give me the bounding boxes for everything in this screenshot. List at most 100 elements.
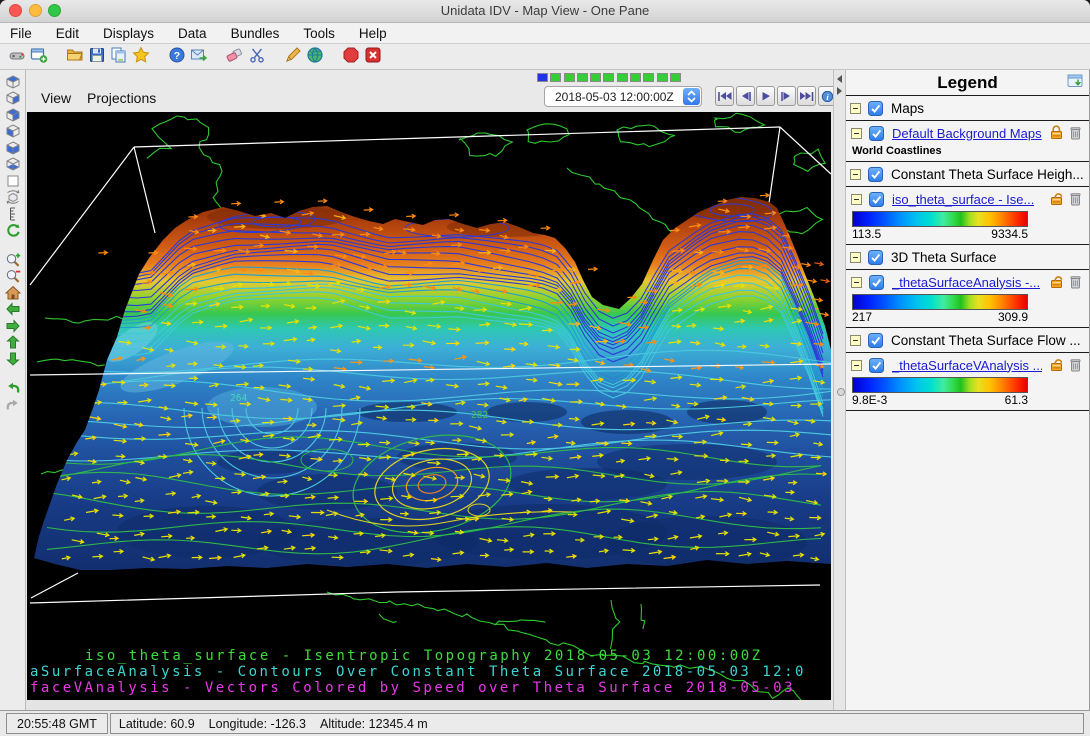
- time-step-5[interactable]: [603, 73, 614, 82]
- colorbar-min: 113.5: [852, 227, 881, 241]
- animation-timeline: [537, 73, 683, 82]
- collapse-right-icon[interactable]: [837, 87, 842, 95]
- colorbar-max: 9334.5: [991, 227, 1028, 241]
- cancel-loads-button[interactable]: [340, 47, 362, 67]
- display-control-link[interactable]: _thetaSurfaceAnalysis -...: [892, 275, 1040, 290]
- menu-bundles[interactable]: Bundles: [231, 26, 280, 41]
- collapse-icon[interactable]: [850, 335, 861, 346]
- save-bundle-button[interactable]: [86, 47, 108, 67]
- show-help-button[interactable]: ?: [166, 47, 188, 67]
- show-help-icon: ?: [168, 46, 186, 69]
- splitter-grip[interactable]: [837, 388, 845, 396]
- favorites-button[interactable]: [130, 47, 152, 67]
- time-step-0[interactable]: [537, 73, 548, 82]
- visibility-checkbox[interactable]: [869, 126, 884, 141]
- display-control-link[interactable]: _thetaSurfaceVAnalysis ...: [892, 358, 1042, 373]
- float-window-icon[interactable]: [1067, 74, 1083, 93]
- time-spinner[interactable]: [683, 88, 700, 105]
- step-back-button[interactable]: [736, 86, 755, 106]
- legend-separator: [846, 161, 1089, 162]
- menu-tools[interactable]: Tools: [303, 26, 335, 41]
- display-control-link[interactable]: Default Background Maps: [892, 126, 1042, 141]
- menu-edit[interactable]: Edit: [56, 26, 79, 41]
- open-bundle-button[interactable]: [64, 47, 86, 67]
- colorbar-range: 113.5 9334.5: [852, 227, 1028, 243]
- float-legend-icon[interactable]: [1067, 74, 1083, 93]
- go-to-end-button[interactable]: [797, 86, 816, 106]
- time-step-8[interactable]: [643, 73, 654, 82]
- trash-icon[interactable]: [1070, 358, 1081, 377]
- legend-group-label: 3D Theta Surface: [891, 250, 997, 265]
- go-to-start-button[interactable]: [715, 86, 734, 106]
- menu-file[interactable]: File: [10, 26, 32, 41]
- projections-menu[interactable]: Projections: [87, 90, 156, 106]
- time-step-4[interactable]: [590, 73, 601, 82]
- open-bundle-icon: [66, 46, 84, 69]
- play-button[interactable]: [756, 86, 775, 106]
- map-caption-2: faceVAnalysis - Vectors Colored by Speed…: [30, 680, 795, 696]
- new-window-button[interactable]: [28, 47, 50, 67]
- world-globe-button[interactable]: [304, 47, 326, 67]
- copy-display-button[interactable]: [108, 47, 130, 67]
- visibility-checkbox[interactable]: [869, 358, 884, 373]
- exit-idv-button[interactable]: [362, 47, 384, 67]
- main-area: View Projections 2018-05-03 12:00:00Z i …: [0, 70, 1090, 710]
- display-control-link[interactable]: iso_theta_surface - Ise...: [892, 192, 1034, 207]
- visibility-checkbox[interactable]: [869, 275, 884, 290]
- edit-drawing-button[interactable]: [282, 47, 304, 67]
- support-request-button[interactable]: [188, 47, 210, 67]
- unlock-icon[interactable]: [1050, 357, 1063, 377]
- colorbar[interactable]: [852, 294, 1028, 310]
- collapse-icon[interactable]: [850, 252, 861, 263]
- time-selector[interactable]: 2018-05-03 12:00:00Z: [544, 86, 702, 107]
- trash-icon[interactable]: [1070, 192, 1081, 211]
- time-step-1[interactable]: [550, 73, 561, 82]
- unlock-icon[interactable]: [1050, 191, 1063, 211]
- cut-button[interactable]: [246, 47, 268, 67]
- visibility-checkbox[interactable]: [868, 101, 883, 116]
- collapse-icon[interactable]: [850, 103, 861, 114]
- pan-down-button[interactable]: [4, 353, 21, 369]
- lock-icon[interactable]: [1050, 125, 1063, 145]
- view-menu[interactable]: View: [41, 90, 71, 106]
- colorbar-min: 217: [852, 310, 872, 324]
- collapse-left-icon[interactable]: [837, 75, 842, 83]
- legend-separator: [846, 327, 1089, 328]
- step-forward-button[interactable]: [777, 86, 796, 106]
- visibility-checkbox[interactable]: [868, 250, 883, 265]
- legend-header: Legend: [846, 70, 1089, 94]
- svg-text:?: ?: [174, 49, 180, 61]
- colorbar-max: 309.9: [998, 310, 1028, 324]
- visibility-checkbox[interactable]: [868, 333, 883, 348]
- visibility-checkbox[interactable]: [869, 192, 884, 207]
- map-caption-1: aSurfaceAnalysis - Contours Over Constan…: [30, 664, 806, 680]
- show-dashboard-button[interactable]: [6, 47, 28, 67]
- time-step-6[interactable]: [617, 73, 628, 82]
- colorbar[interactable]: [852, 377, 1028, 393]
- map-caption-0: iso_theta_surface - Isentropic Topograph…: [85, 648, 763, 664]
- erase-displays-button[interactable]: [224, 47, 246, 67]
- map-3d-canvas[interactable]: 282264iso_theta_surface - Isentropic Top…: [27, 112, 831, 700]
- menu-data[interactable]: Data: [178, 26, 207, 41]
- collapse-icon[interactable]: [850, 169, 861, 180]
- redo-button[interactable]: [4, 399, 21, 415]
- collapse-icon[interactable]: [851, 128, 862, 139]
- time-step-9[interactable]: [657, 73, 668, 82]
- menu-displays[interactable]: Displays: [103, 26, 154, 41]
- time-step-7[interactable]: [630, 73, 641, 82]
- split-pane-divider[interactable]: [833, 70, 846, 710]
- collapse-icon[interactable]: [851, 194, 862, 205]
- auto-rotate-button[interactable]: [4, 225, 21, 241]
- trash-icon[interactable]: [1070, 275, 1081, 294]
- time-step-3[interactable]: [577, 73, 588, 82]
- time-step-2[interactable]: [564, 73, 575, 82]
- collapse-icon[interactable]: [851, 277, 862, 288]
- time-step-10[interactable]: [670, 73, 681, 82]
- collapse-icon[interactable]: [851, 360, 862, 371]
- visibility-checkbox[interactable]: [868, 167, 883, 182]
- trash-icon[interactable]: [1070, 126, 1081, 145]
- colorbar[interactable]: [852, 211, 1028, 227]
- menu-help[interactable]: Help: [359, 26, 387, 41]
- unlock-icon[interactable]: [1050, 274, 1063, 294]
- legend-separator: [846, 244, 1089, 245]
